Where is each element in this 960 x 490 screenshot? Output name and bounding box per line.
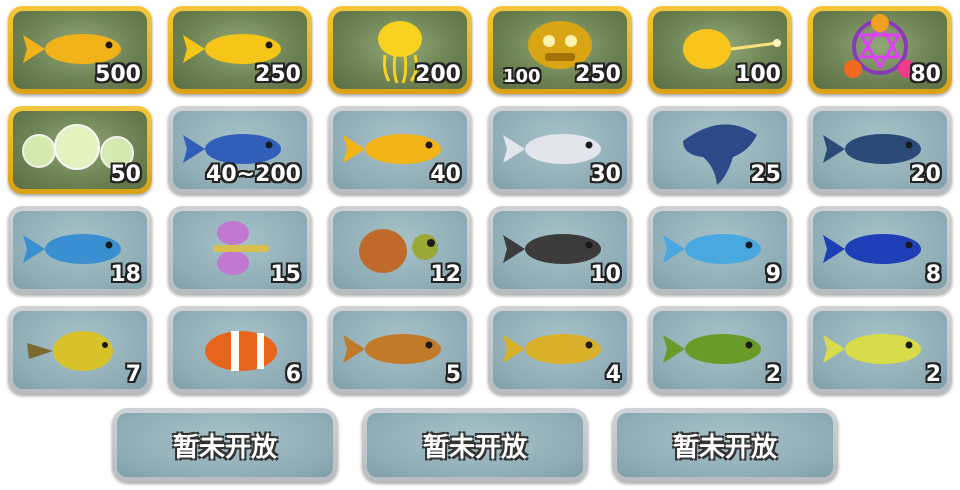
- fish-value: 200: [415, 62, 461, 87]
- locked-buttons: 暂未开放 暂未开放 暂未开放: [112, 408, 838, 482]
- fish-value-min: 100: [503, 66, 541, 87]
- fish-card-moorish-idol[interactable]: 10: [488, 206, 632, 294]
- fish-value: 18: [110, 262, 141, 287]
- fish-value: 30: [590, 162, 621, 187]
- fish-card-blue-tang[interactable]: 8: [808, 206, 952, 294]
- fish-value: 25: [750, 162, 781, 187]
- fish-card-butterflyfish[interactable]: 15: [168, 206, 312, 294]
- fish-row: 50 40~200 40 30 25 20: [8, 106, 956, 194]
- fish-card-lantern-anglerfish[interactable]: 9: [648, 206, 792, 294]
- fish-row: 7 6 5 4 2 2: [8, 306, 956, 394]
- fish-value: 80: [910, 62, 941, 87]
- fish-value: 6: [285, 362, 301, 387]
- locked-button-label: 暂未开放: [172, 432, 277, 463]
- fish-value: 250: [575, 62, 621, 87]
- fish-value: 9: [765, 262, 781, 287]
- fish-value: 500: [95, 62, 141, 87]
- fish-card-bubble-orbs[interactable]: 50: [8, 106, 152, 194]
- locked-button-2[interactable]: 暂未开放: [362, 408, 588, 482]
- fish-card-golden-shrimp[interactable]: 500: [8, 6, 152, 94]
- fish-card-bee-fish[interactable]: 4: [488, 306, 632, 394]
- fish-value: 2: [925, 362, 941, 387]
- fish-card-clownfish[interactable]: 6: [168, 306, 312, 394]
- fish-value: 100: [735, 62, 781, 87]
- fish-value: 2: [765, 362, 781, 387]
- fish-card-pufferfish[interactable]: 7: [8, 306, 152, 394]
- fish-value: 15: [270, 262, 301, 287]
- fish-card-green-fish[interactable]: 2: [648, 306, 792, 394]
- locked-button-3[interactable]: 暂未开放: [612, 408, 838, 482]
- fish-value: 7: [125, 362, 141, 387]
- fish-table: 500 250 200 100 250 100 80 50 40~200 40 …: [8, 6, 956, 406]
- fish-value: 8: [925, 262, 941, 287]
- fish-card-spotted-fish[interactable]: 2: [808, 306, 952, 394]
- fish-value: 4: [605, 362, 621, 387]
- locked-button-label: 暂未开放: [672, 432, 777, 463]
- locked-button-1[interactable]: 暂未开放: [112, 408, 338, 482]
- fish-value: 40~200: [206, 162, 301, 187]
- fish-card-golden-jellyfish[interactable]: 200: [328, 6, 472, 94]
- fish-card-golden-totem[interactable]: 100 250: [488, 6, 632, 94]
- fish-value: 5: [445, 362, 461, 387]
- fish-value: 20: [910, 162, 941, 187]
- fish-row: 500 250 200 100 250 100 80: [8, 6, 956, 94]
- fish-card-dolphin[interactable]: 40~200: [168, 106, 312, 194]
- fish-card-sea-turtle[interactable]: 12: [328, 206, 472, 294]
- fish-value: 250: [255, 62, 301, 87]
- fish-card-swordfish[interactable]: 20: [808, 106, 952, 194]
- locked-button-label: 暂未开放: [422, 432, 527, 463]
- fish-value: 12: [430, 262, 461, 287]
- fish-card-blue-lanternfish[interactable]: 18: [8, 206, 152, 294]
- fish-value: 40: [430, 162, 461, 187]
- fish-row: 18 15 12 10 9 8: [8, 206, 956, 294]
- fish-card-golden-hammerhead[interactable]: 40: [328, 106, 472, 194]
- fish-value: 10: [590, 262, 621, 287]
- fish-card-golden-turtle[interactable]: 250: [168, 6, 312, 94]
- fish-card-golden-ray[interactable]: 100: [648, 6, 792, 94]
- fish-card-magic-wheel[interactable]: 80: [808, 6, 952, 94]
- fish-value: 50: [110, 162, 141, 187]
- fish-card-silver-sawfish[interactable]: 30: [488, 106, 632, 194]
- fish-card-manta-ray[interactable]: 25: [648, 106, 792, 194]
- fish-card-striped-fish[interactable]: 5: [328, 306, 472, 394]
